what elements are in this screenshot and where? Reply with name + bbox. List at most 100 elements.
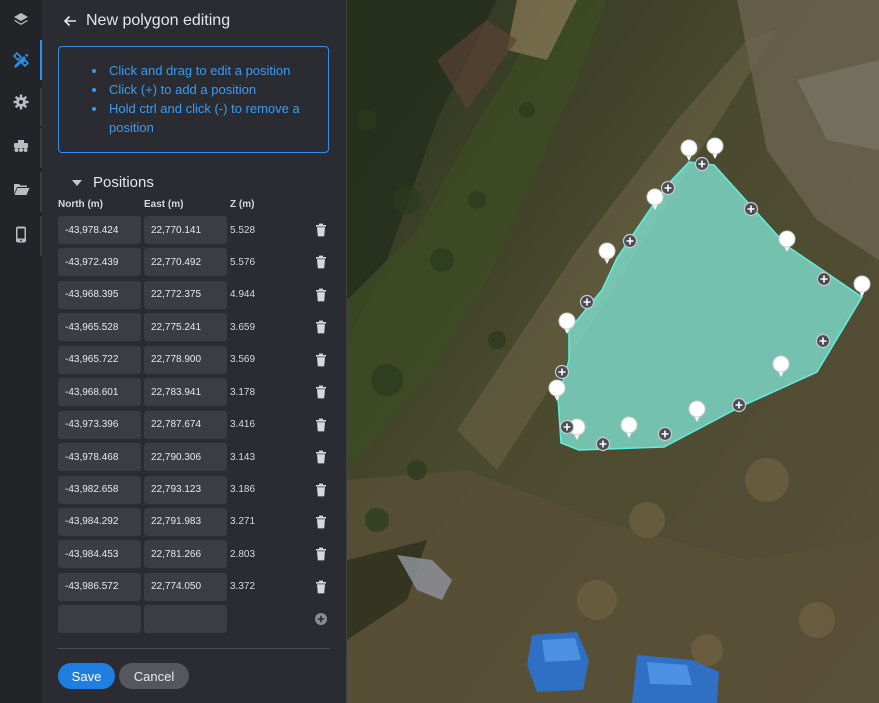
panel-header: New polygon editing (60, 10, 230, 32)
trash-icon (316, 547, 326, 561)
back-button[interactable] (60, 11, 80, 31)
delete-position-button[interactable] (314, 450, 328, 464)
edit-tools-icon (12, 51, 30, 68)
add-vertex-handle[interactable] (622, 233, 638, 249)
east-input[interactable]: 22,772.375 (144, 280, 227, 309)
new-north-input[interactable] (58, 605, 141, 634)
delete-position-button[interactable] (314, 418, 328, 432)
north-input[interactable]: -43,984.292 (58, 507, 141, 536)
delete-position-button[interactable] (314, 353, 328, 367)
z-value: 3.143 (230, 451, 256, 463)
delete-position-button[interactable] (314, 385, 328, 399)
position-row: -43,978.424 22,770.141 5.528 (58, 216, 338, 244)
instruction-item: Click (+) to add a position (92, 80, 318, 99)
z-value: 5.576 (230, 256, 256, 268)
delete-position-button[interactable] (314, 515, 328, 529)
east-input[interactable]: 22,774.050 (144, 572, 227, 601)
north-input[interactable]: -43,978.468 (58, 443, 141, 472)
cancel-button[interactable]: Cancel (119, 663, 189, 689)
add-vertex-handle[interactable] (816, 271, 832, 287)
east-input[interactable]: 22,783.941 (144, 378, 227, 407)
north-input[interactable]: -43,982.658 (58, 475, 141, 504)
trash-icon (316, 418, 326, 432)
folder-icon (13, 184, 29, 195)
north-input[interactable]: -43,973.396 (58, 410, 141, 439)
east-input[interactable]: 22,791.983 (144, 507, 227, 536)
position-row: -43,968.601 22,783.941 3.178 (58, 378, 338, 407)
north-input[interactable]: -43,968.601 (58, 378, 141, 407)
trash-icon (316, 288, 326, 302)
trash-icon (316, 515, 326, 529)
z-value: 4.944 (230, 289, 256, 301)
add-vertex-handle[interactable] (743, 201, 759, 217)
settings-button[interactable] (0, 82, 42, 122)
column-header-east: East (m) (144, 199, 184, 210)
delete-position-button[interactable] (314, 320, 328, 334)
north-input[interactable]: -43,968.395 (58, 280, 141, 309)
add-vertex-handle[interactable] (657, 426, 673, 442)
add-vertex-handle[interactable] (731, 397, 747, 413)
edit-tools-button[interactable] (0, 40, 42, 80)
positions-section-toggle[interactable]: Positions (72, 174, 154, 191)
east-input[interactable]: 22,790.306 (144, 443, 227, 472)
layers-button[interactable] (0, 0, 42, 40)
delete-position-button[interactable] (314, 483, 328, 497)
add-vertex-handle[interactable] (815, 333, 831, 349)
east-input[interactable]: 22,787.674 (144, 410, 227, 439)
east-input[interactable]: 22,781.266 (144, 540, 227, 569)
position-row: -43,973.396 22,787.674 3.416 (58, 410, 338, 439)
north-input[interactable]: -43,965.528 (58, 313, 141, 342)
z-value: 2.803 (230, 548, 256, 560)
add-position-button[interactable] (314, 612, 328, 626)
north-input[interactable]: -43,978.424 (58, 216, 141, 244)
z-value: 3.659 (230, 321, 256, 333)
vehicle-button[interactable] (0, 126, 42, 166)
trash-icon (316, 320, 326, 334)
add-vertex-handle[interactable] (554, 364, 570, 380)
save-button[interactable]: Save (58, 663, 115, 689)
section-title: Positions (93, 174, 154, 191)
east-input[interactable]: 22,770.141 (144, 216, 227, 244)
position-row: -43,965.528 22,775.241 3.659 (58, 313, 338, 342)
position-row: -43,982.658 22,793.123 3.186 (58, 475, 338, 504)
delete-position-button[interactable] (314, 288, 328, 302)
files-button[interactable] (0, 169, 42, 209)
trash-icon (316, 483, 326, 496)
trash-icon (316, 450, 326, 464)
add-vertex-handle[interactable] (559, 419, 575, 435)
north-input[interactable]: -43,965.722 (58, 345, 141, 374)
trash-icon (316, 580, 326, 594)
east-input[interactable]: 22,793.123 (144, 475, 227, 504)
delete-position-button[interactable] (314, 255, 328, 269)
east-input[interactable]: 22,778.900 (144, 345, 227, 374)
add-vertex-handle[interactable] (694, 156, 710, 172)
z-value: 3.569 (230, 354, 256, 366)
z-value: 3.271 (230, 516, 256, 528)
page-title: New polygon editing (86, 12, 231, 29)
add-vertex-handle[interactable] (595, 436, 611, 452)
add-vertex-handle[interactable] (579, 294, 595, 310)
delete-position-button[interactable] (314, 223, 328, 237)
plus-circle-icon (315, 613, 327, 626)
north-input[interactable]: -43,972.439 (58, 248, 141, 277)
new-east-input[interactable] (144, 605, 227, 634)
layers-icon (14, 13, 28, 25)
delete-position-button[interactable] (314, 547, 328, 561)
north-input[interactable]: -43,986.572 (58, 572, 141, 601)
z-value: 3.178 (230, 386, 256, 398)
terrain-map[interactable] (347, 0, 879, 703)
delete-position-button[interactable] (314, 580, 328, 594)
position-row: -43,968.395 22,772.375 4.944 (58, 280, 338, 309)
north-input[interactable]: -43,984.453 (58, 540, 141, 569)
mobile-button[interactable] (0, 214, 42, 254)
z-value: 3.372 (230, 581, 256, 593)
east-input[interactable]: 22,775.241 (144, 313, 227, 342)
east-input[interactable]: 22,770.492 (144, 248, 227, 277)
mobile-device-icon (16, 226, 26, 242)
instruction-item: Click and drag to edit a position (92, 61, 318, 80)
add-vertex-handle[interactable] (660, 180, 676, 196)
positions-table: -43,978.424 22,770.141 5.528 -43,972.439 22,… (58, 216, 338, 638)
vehicle-icon (14, 140, 28, 152)
position-row: -43,972.439 22,770.492 5.576 (58, 248, 338, 277)
map-view[interactable] (347, 0, 879, 703)
